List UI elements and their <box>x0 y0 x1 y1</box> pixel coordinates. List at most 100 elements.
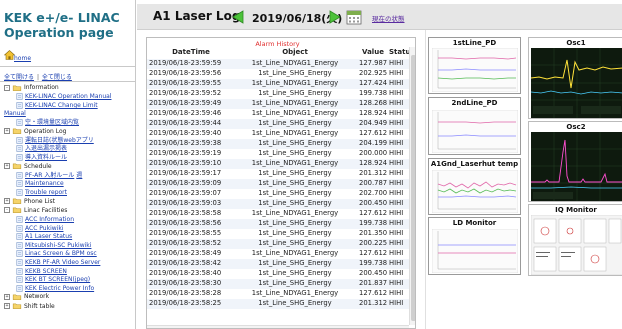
sidebar-link-secondary[interactable]: 週 <box>76 172 82 179</box>
table-row[interactable]: 2019/06/18-23:58:55 1st_Line_SHG_Energy 20… <box>147 229 409 239</box>
sidebar-link[interactable]: KEK-LINAC Change Limit <box>25 102 98 109</box>
current-status-link[interactable]: 現在の状態 <box>372 13 405 23</box>
sidebar-link[interactable]: KEK BT SCREEN(jpeg) <box>25 276 90 283</box>
sidebar-item-20[interactable]: KEKB PF-AR Video Server <box>16 259 100 267</box>
second-line-pd-monitor[interactable]: 2ndLine_PD <box>428 97 521 155</box>
tree-toggle-icon[interactable]: + <box>4 293 10 300</box>
sidebar-link[interactable]: Manual <box>4 110 26 117</box>
sidebar-link[interactable]: KEKB PF-AR Video Server <box>25 259 100 266</box>
sidebar-link[interactable]: KEKB SCREEN <box>25 268 67 275</box>
sidebar-item-2[interactable]: KEK-LINAC Change Limit <box>16 102 98 110</box>
table-row[interactable]: 2019/06/18-23:58:58 1st_Line_NDYAG1_Energ… <box>147 209 409 219</box>
column-header-status[interactable]: Status <box>389 48 415 56</box>
sidebar-link[interactable]: 入退出漏示掲表 <box>25 145 67 152</box>
table-row[interactable]: 2019/06/18-23:59:09 1st_Line_SHG_Energy 20… <box>147 179 409 189</box>
home-link[interactable]: home <box>14 55 31 62</box>
table-row[interactable]: 2019/06/18-23:59:07 1st_Line_SHG_Energy 20… <box>147 189 409 199</box>
sidebar-link[interactable]: PF-AR 入射ルール <box>25 172 74 179</box>
iq-monitor[interactable]: IQ Monitor <box>528 204 622 276</box>
sidebar-item-21[interactable]: KEKB SCREEN <box>16 268 67 276</box>
sidebar-item-4[interactable]: 空・環境量区域内覧 <box>16 119 79 127</box>
a1gnd-laserhut-temp-monitor[interactable]: A1Gnd_Laserhut temp <box>428 158 521 215</box>
sidebar-link[interactable]: Linac Screen & BPM osc <box>25 250 97 257</box>
sidebar-item-15[interactable]: ACC Information <box>16 216 74 224</box>
sidebar-item-17[interactable]: A1 Laser Status <box>16 233 72 241</box>
table-row[interactable]: 2019/06/18-23:58:52 1st_Line_SHG_Energy 20… <box>147 239 409 249</box>
sidebar-link[interactable]: 運転日誌(状態webアプリ <box>25 137 94 144</box>
sidebar-link[interactable]: 空・環境量区域内覧 <box>25 119 79 126</box>
sidebar-item-11[interactable]: Maintenance <box>16 180 64 188</box>
first-line-pd-monitor[interactable]: 1stLine_PD <box>428 37 521 94</box>
table-row[interactable]: 2019/06/18-23:58:56 1st_Line_SHG_Energy 19… <box>147 219 409 229</box>
sidebar-item-3[interactable]: Manual <box>4 110 26 118</box>
sidebar-item-13[interactable]: + Phone List <box>4 198 55 206</box>
sidebar-item-14[interactable]: - Linac Facilities <box>4 207 67 215</box>
sidebar-link[interactable]: 導入資料ルール <box>25 154 67 161</box>
table-row[interactable]: 2019/06/18-23:59:55 1st_Line_NDYAG1_Energ… <box>147 79 409 89</box>
table-row[interactable]: 2019/06/18-23:58:49 1st_Line_NDYAG1_Energ… <box>147 249 409 259</box>
sidebar-item-1[interactable]: KEK-LINAC Operation Manual <box>16 93 111 101</box>
table-row[interactable]: 2019/06/18-23:59:38 1st_Line_SHG_Energy 20… <box>147 139 409 149</box>
table-row[interactable]: 2019/06/18-23:59:59 1st_Line_NDYAG1_Energ… <box>147 59 409 69</box>
sidebar-link[interactable]: Maintenance <box>25 180 64 187</box>
sidebar-item-5[interactable]: + Operation Log <box>4 128 66 136</box>
sidebar-item-6[interactable]: 運転日誌(状態webアプリ <box>16 137 94 145</box>
sidebar-item-12[interactable]: Trouble report <box>16 189 67 197</box>
sidebar-item-16[interactable]: ACC Pukiwiki <box>16 225 63 233</box>
table-row[interactable]: 2019/06/18-23:59:17 1st_Line_SHG_Energy 20… <box>147 169 409 179</box>
sidebar-item-7[interactable]: 入退出漏示掲表 <box>16 145 67 153</box>
table-horizontal-scrollbar[interactable] <box>147 325 409 328</box>
tree-toggle-icon[interactable]: + <box>4 198 10 205</box>
sidebar-item-8[interactable]: 導入資料ルール <box>16 154 67 162</box>
tree-toggle-icon[interactable]: - <box>4 207 10 214</box>
expand-all-link[interactable]: 全て開ける <box>4 74 34 81</box>
table-row[interactable]: 2019/06/18-23:59:40 1st_Line_NDYAG1_Energ… <box>147 129 409 139</box>
tree-toggle-icon[interactable]: + <box>4 128 10 135</box>
sidebar-link[interactable]: KEK Electric Power Info <box>25 285 94 292</box>
sidebar-item-25[interactable]: + Shift table <box>4 303 55 311</box>
tree-toggle-icon[interactable]: + <box>4 303 10 310</box>
table-vertical-scrollbar[interactable] <box>409 47 415 325</box>
sidebar-link[interactable]: KEK-LINAC Operation Manual <box>25 93 111 100</box>
next-day-arrow-icon[interactable] <box>328 10 342 24</box>
table-row[interactable]: 2019/06/18-23:59:10 1st_Line_NDYAG1_Energ… <box>147 159 409 169</box>
cell-object: 1st_Line_NDYAG1_Energy <box>251 289 339 297</box>
osc2-monitor[interactable]: Osc2 <box>528 121 622 202</box>
scrollbar-thumb[interactable] <box>411 55 415 321</box>
calendar-icon[interactable] <box>346 9 362 25</box>
column-header-value[interactable]: Value <box>359 48 387 56</box>
table-row[interactable]: 2019/06/18-23:58:30 1st_Line_SHG_Energy 20… <box>147 279 409 289</box>
tree-toggle-icon[interactable]: - <box>4 84 10 91</box>
sidebar-item-23[interactable]: KEK Electric Power Info <box>16 285 94 293</box>
sidebar-item-19[interactable]: Linac Screen & BPM osc <box>16 250 97 258</box>
sidebar-item-9[interactable]: + Schedule <box>4 163 52 171</box>
table-row[interactable]: 2019/06/18-23:59:56 1st_Line_SHG_Energy 20… <box>147 69 409 79</box>
table-row[interactable]: 2019/06/18-23:58:42 1st_Line_SHG_Energy 19… <box>147 259 409 269</box>
sidebar-item-24[interactable]: + Network <box>4 293 49 301</box>
osc1-monitor[interactable]: Osc1 <box>528 37 622 119</box>
ld-monitor[interactable]: LD Monitor <box>428 217 521 275</box>
table-row[interactable]: 2019/06/18-23:58:28 1st_Line_NDYAG1_Energ… <box>147 289 409 299</box>
sidebar-item-0[interactable]: - Information <box>4 84 59 92</box>
table-row[interactable]: 2019/06/18-23:59:19 1st_Line_SHG_Energy 20… <box>147 149 409 159</box>
table-row[interactable]: 2019/06/18-23:59:46 1st_Line_NDYAG1_Energ… <box>147 109 409 119</box>
table-row[interactable]: 2019/06/18-23:59:44 1st_Line_SHG_Energy 20… <box>147 119 409 129</box>
sidebar-link[interactable]: Trouble report <box>25 189 67 196</box>
column-header-datetime[interactable]: DateTime <box>147 48 235 56</box>
table-row[interactable]: 2019/06/18-23:59:52 1st_Line_SHG_Energy 19… <box>147 89 409 99</box>
collapse-all-link[interactable]: 全て閉じる <box>42 74 72 81</box>
table-row[interactable]: 2019/06/18-23:59:03 1st_Line_SHG_Energy 20… <box>147 199 409 209</box>
sidebar-item-10[interactable]: PF-AR 入射ルール週 <box>16 172 82 180</box>
sidebar-link[interactable]: ACC Information <box>25 216 74 223</box>
column-header-object[interactable]: Object <box>235 48 355 56</box>
sidebar-link[interactable]: Mitsubishi-SC Pukiwiki <box>25 242 91 249</box>
sidebar-item-18[interactable]: Mitsubishi-SC Pukiwiki <box>16 242 91 250</box>
sidebar-link[interactable]: A1 Laser Status <box>25 233 72 240</box>
prev-day-arrow-icon[interactable] <box>231 10 245 24</box>
sidebar-item-22[interactable]: KEK BT SCREEN(jpeg) <box>16 276 90 284</box>
table-row[interactable]: 2019/06/18-23:58:25 1st_Line_SHG_Energy 20… <box>147 299 409 309</box>
table-row[interactable]: 2019/06/18-23:59:49 1st_Line_NDYAG1_Energ… <box>147 99 409 109</box>
sidebar-link[interactable]: ACC Pukiwiki <box>25 225 63 232</box>
tree-toggle-icon[interactable]: + <box>4 163 10 170</box>
table-row[interactable]: 2019/06/18-23:58:40 1st_Line_SHG_Energy 20… <box>147 269 409 279</box>
